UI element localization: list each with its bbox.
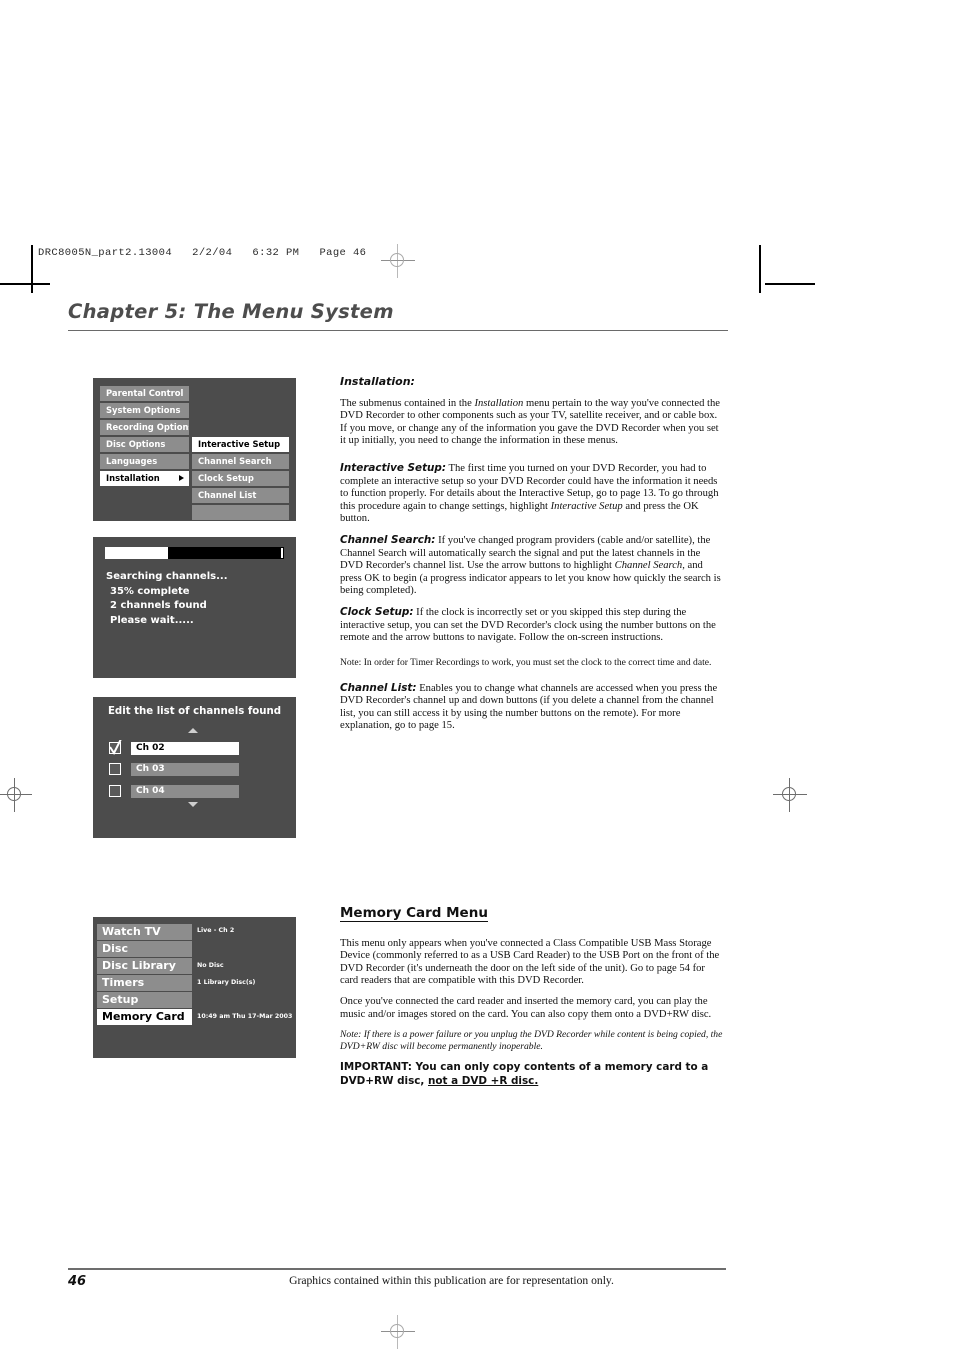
crop-mark-top-right-horizontal <box>765 283 815 285</box>
registration-mark-bottom-center <box>381 1315 415 1349</box>
menu-item-disc-options[interactable]: Disc Options <box>100 437 189 452</box>
page-title: Chapter 5: The Menu System <box>68 300 728 331</box>
main-menu-item-setup[interactable]: Setup <box>97 992 192 1008</box>
installation-heading: Installation: <box>340 375 415 388</box>
submenu-item-channel-list[interactable]: Channel List <box>192 488 289 503</box>
triangle-down-icon[interactable] <box>188 802 198 807</box>
submenu-item-channel-search[interactable]: Channel Search <box>192 454 289 469</box>
osd-setup-menu-screenshot: Parental Control System Options Recordin… <box>93 378 296 521</box>
submenu-item-clock-setup[interactable]: Clock Setup <box>192 471 289 486</box>
main-menu-info-memory-card: 10:49 am Thu 17-Mar 2003 <box>197 1013 293 1020</box>
menu-item-languages[interactable]: Languages <box>100 454 189 469</box>
main-menu-info-watch-tv: Live - Ch 2 <box>197 927 235 934</box>
channel-label-ch04: Ch 04 <box>131 785 239 798</box>
crop-mark-top-right-vertical <box>759 245 761 293</box>
channel-search-paragraph: Channel Search: If you've changed progra… <box>340 533 721 597</box>
installation-intro-paragraph: The submenus contained in the Installati… <box>340 397 720 447</box>
channel-label-ch03: Ch 03 <box>131 763 239 776</box>
crop-mark-top-left-vertical <box>31 245 33 293</box>
memory-card-important: IMPORTANT: You can only copy contents of… <box>340 1061 709 1087</box>
page-number: 46 <box>68 1274 87 1289</box>
interactive-setup-paragraph: Interactive Setup: The first time you tu… <box>340 461 719 525</box>
main-menu-item-timers[interactable]: Timers <box>97 975 192 991</box>
osd-edit-channel-list-screenshot: Edit the list of channels found Ch 02 Ch… <box>93 697 296 838</box>
clock-setup-paragraph: Clock Setup: If the clock is incorrectly… <box>340 605 716 644</box>
chevron-right-icon <box>179 475 184 481</box>
main-menu-info-timers: 1 Library Disc(s) <box>197 979 256 986</box>
triangle-up-icon[interactable] <box>188 728 198 733</box>
footer-divider <box>68 1268 726 1270</box>
search-status-line-1: Searching channels... <box>106 571 228 582</box>
search-progress-bar <box>105 547 284 559</box>
main-menu-item-disc-library[interactable]: Disc Library <box>97 958 192 974</box>
registration-mark-right-middle <box>773 778 807 812</box>
main-menu-item-memory-card[interactable]: Memory Card <box>97 1009 192 1025</box>
memory-card-heading: Memory Card Menu <box>340 905 488 922</box>
channel-row-ch03[interactable]: Ch 03 <box>109 763 239 777</box>
channel-row-ch04[interactable]: Ch 04 <box>109 785 239 799</box>
submenu-item-interactive-setup[interactable]: Interactive Setup <box>192 437 289 452</box>
memory-card-note: Note: If there is a power failure or you… <box>340 1029 723 1053</box>
page-slug: DRC8005N_part2.13004 2/2/04 6:32 PM Page… <box>38 247 367 259</box>
edit-channel-list-title: Edit the list of channels found <box>107 706 282 717</box>
menu-item-system-options[interactable]: System Options <box>100 403 189 418</box>
channel-list-paragraph: Channel List: Enables you to change what… <box>340 681 718 732</box>
search-status-line-3: 2 channels found <box>110 600 207 611</box>
clock-setup-note: Note: In order for Timer Recordings to w… <box>340 656 712 668</box>
footer-disclaimer: Graphics contained within this publicati… <box>289 1274 614 1287</box>
channel-checkbox-ch04[interactable] <box>109 785 121 797</box>
menu-item-parental-control[interactable]: Parental Control <box>100 386 189 401</box>
search-progress-end-cap <box>281 548 283 558</box>
memory-card-paragraph-2: Once you've connected the card reader an… <box>340 995 712 1020</box>
osd-main-menu-screenshot: Watch TV Live - Ch 2 Disc Disc Library N… <box>93 917 296 1058</box>
search-progress-fill <box>105 547 168 559</box>
crop-mark-top-left-horizontal <box>0 283 50 285</box>
submenu-item-empty <box>192 505 289 520</box>
checkmark-icon <box>109 740 122 755</box>
channel-label-ch02: Ch 02 <box>131 742 239 755</box>
main-menu-info-disc-library: No Disc <box>197 962 224 969</box>
registration-mark-left-middle <box>0 778 32 812</box>
osd-channel-search-screenshot: Searching channels... 35% complete 2 cha… <box>93 537 296 678</box>
channel-checkbox-ch03[interactable] <box>109 763 121 775</box>
registration-mark-top-center <box>381 244 415 278</box>
channel-row-ch02[interactable]: Ch 02 <box>109 740 239 756</box>
main-menu-item-watch-tv[interactable]: Watch TV <box>97 924 192 940</box>
search-status-line-4: Please wait..... <box>110 614 194 626</box>
search-status-line-2: 35% complete <box>110 585 190 597</box>
main-menu-item-disc[interactable]: Disc <box>97 941 192 957</box>
menu-item-installation[interactable]: Installation <box>100 471 189 486</box>
menu-item-recording-options[interactable]: Recording Options <box>100 420 189 435</box>
search-status-text: Searching channels... 35% complete 2 cha… <box>106 570 228 628</box>
memory-card-paragraph-1: This menu only appears when you've conne… <box>340 937 720 987</box>
memory-card-heading-wrap: Memory Card Menu <box>340 905 724 922</box>
installation-section: Installation: The submenus contained in … <box>340 375 724 741</box>
memory-card-section: Memory Card Menu This menu only appears … <box>340 905 724 1096</box>
